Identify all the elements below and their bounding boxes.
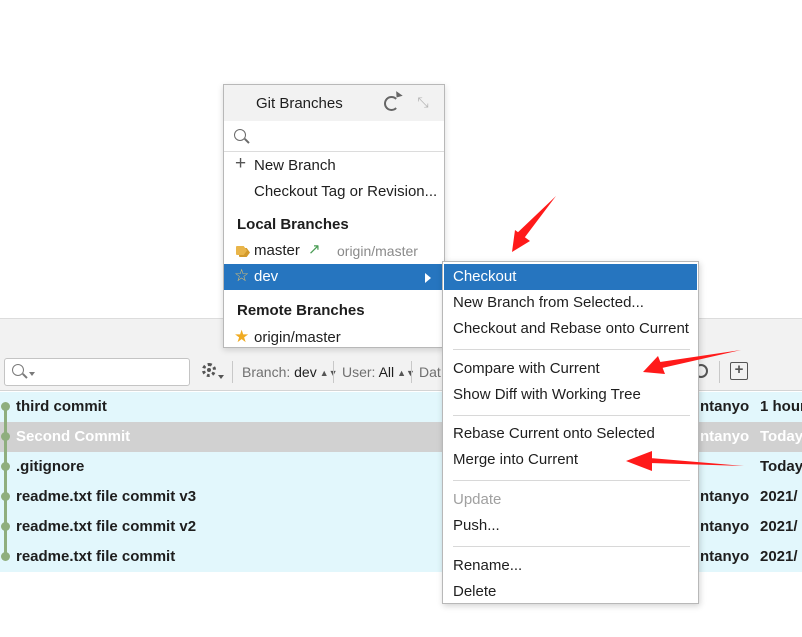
- checkout-tag-label: Checkout Tag or Revision...: [254, 183, 438, 200]
- menu-item-label: New Branch from Selected...: [453, 294, 644, 311]
- collapse-icon[interactable]: ⤡: [416, 95, 430, 109]
- branch-context-menu: Checkout New Branch from Selected... Che…: [442, 261, 699, 604]
- local-branches-heading: Local Branches: [237, 216, 349, 233]
- sort-arrows-icon: ▲▼: [397, 368, 415, 378]
- commit-date: Today: [760, 458, 802, 475]
- commit-date: 1 hour: [760, 398, 802, 415]
- new-branch-label: New Branch: [254, 157, 336, 174]
- branch-name: dev: [254, 268, 279, 285]
- search-icon: [234, 129, 246, 141]
- new-branch-item[interactable]: + New Branch: [224, 153, 444, 179]
- popup-title: Git Branches: [256, 95, 343, 112]
- commit-message: readme.txt file commit v3: [16, 488, 197, 505]
- menu-item-label: Delete: [453, 583, 497, 600]
- branch-name: master: [254, 242, 300, 259]
- menu-separator: [453, 546, 690, 547]
- commit-date: 2021/: [760, 488, 798, 505]
- menu-separator: [453, 480, 690, 481]
- menu-item-label: Update: [453, 491, 502, 508]
- tracked-remote-branch: origin/master: [337, 243, 418, 259]
- search-icon: [12, 364, 24, 376]
- annotation-arrow-icon: [512, 196, 556, 252]
- commit-date: Today: [760, 428, 802, 445]
- menu-separator: [453, 349, 690, 350]
- plus-icon: +: [235, 153, 247, 174]
- toolbar-separator: [333, 361, 334, 383]
- menu-item-rename[interactable]: Rename...: [443, 553, 698, 579]
- menu-item-label: Merge into Current: [453, 451, 579, 468]
- toolbar-separator: [719, 361, 720, 383]
- log-search-input[interactable]: [4, 358, 190, 386]
- branch-item-master[interactable]: master ↗ origin/master: [224, 238, 444, 264]
- commit-message: Second Commit: [16, 428, 131, 445]
- user-filter-value: All: [378, 364, 395, 380]
- refresh-icon[interactable]: [384, 96, 399, 111]
- commit-message: readme.txt file commit v2: [16, 518, 197, 535]
- menu-item-show-diff[interactable]: Show Diff with Working Tree: [443, 382, 698, 408]
- star-outline-icon: ☆: [234, 266, 250, 285]
- git-branches-popup: Git Branches ⤡ + New Branch Checkout Tag…: [223, 84, 445, 348]
- toolbar-separator: [232, 361, 233, 383]
- branch-item-origin-master[interactable]: ★ origin/master: [224, 325, 444, 347]
- user-filter[interactable]: User: All ▲▼: [342, 364, 415, 380]
- commit-message: .gitignore: [16, 458, 85, 475]
- date-filter[interactable]: Dat: [419, 364, 441, 380]
- menu-item-delete[interactable]: Delete: [443, 579, 698, 605]
- star-filled-icon: ★: [234, 327, 250, 346]
- commit-message: readme.txt file commit: [16, 548, 176, 565]
- submenu-arrow-icon: [425, 273, 431, 283]
- commit-author: ntanyo: [700, 548, 750, 565]
- commit-author: ntanyo: [700, 518, 750, 535]
- commit-author: ntanyo: [700, 428, 750, 445]
- menu-item-label: Show Diff with Working Tree: [453, 386, 641, 403]
- branch-filter[interactable]: Branch: dev ▲▼: [242, 364, 338, 380]
- branch-filter-label: Branch:: [242, 364, 291, 380]
- sort-arrows-icon: ▲▼: [319, 368, 338, 378]
- commit-message: third commit: [16, 398, 107, 415]
- menu-item-checkout[interactable]: Checkout: [444, 264, 697, 290]
- commit-author: ntanyo: [700, 488, 750, 505]
- toolbar-separator: [411, 361, 412, 383]
- branch-search-input[interactable]: [224, 121, 444, 152]
- branch-name: origin/master: [254, 329, 341, 346]
- commit-date: 2021/: [760, 548, 798, 565]
- menu-item-new-branch-from-selected[interactable]: New Branch from Selected...: [443, 290, 698, 316]
- menu-item-label: Push...: [453, 517, 500, 534]
- menu-item-update: Update: [443, 487, 698, 513]
- chevron-down-icon: [218, 375, 224, 379]
- remote-branches-heading: Remote Branches: [237, 302, 365, 319]
- menu-item-rebase-current[interactable]: Rebase Current onto Selected: [443, 421, 698, 447]
- commit-date: 2021/: [760, 518, 798, 535]
- date-filter-label: Dat: [419, 364, 441, 380]
- popup-header: Git Branches ⤡: [224, 85, 444, 122]
- menu-item-label: Checkout and Rebase onto Current: [453, 320, 689, 337]
- menu-item-compare-with-current[interactable]: Compare with Current: [443, 356, 698, 382]
- menu-item-label: Compare with Current: [453, 360, 600, 377]
- branch-item-dev[interactable]: ☆ dev: [224, 264, 444, 290]
- branch-filter-value: dev: [294, 364, 317, 380]
- user-filter-label: User:: [342, 364, 376, 380]
- gear-icon[interactable]: [202, 363, 216, 377]
- menu-item-merge-into-current[interactable]: Merge into Current: [443, 447, 698, 473]
- menu-separator: [453, 415, 690, 416]
- outgoing-arrow-icon: ↗: [308, 241, 321, 258]
- menu-item-label: Checkout: [453, 268, 517, 285]
- chevron-down-icon: [29, 372, 35, 376]
- add-pane-icon[interactable]: +: [730, 362, 748, 380]
- commit-graph-line: [4, 405, 7, 557]
- commit-author: ntanyo: [700, 398, 750, 415]
- menu-item-push[interactable]: Push...: [443, 513, 698, 539]
- menu-item-label: Rename...: [453, 557, 523, 574]
- menu-item-checkout-and-rebase[interactable]: Checkout and Rebase onto Current: [443, 316, 698, 342]
- menu-item-label: Rebase Current onto Selected: [453, 425, 655, 442]
- checkout-tag-item[interactable]: Checkout Tag or Revision...: [224, 179, 444, 205]
